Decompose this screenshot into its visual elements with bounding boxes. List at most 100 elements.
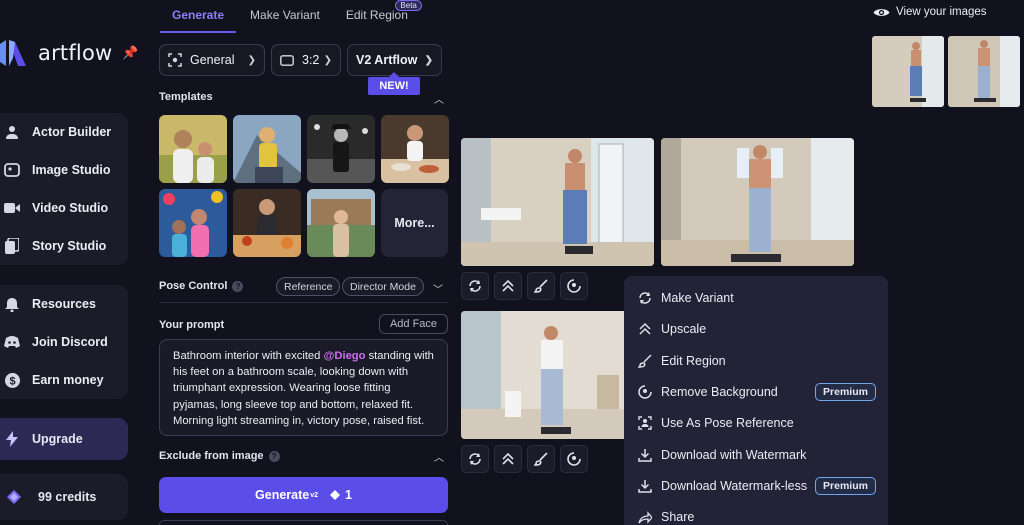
style-icon — [168, 53, 182, 67]
style-dropdown[interactable]: General ❯ — [159, 44, 265, 76]
help-icon[interactable]: ? — [232, 280, 244, 292]
upgrade-button[interactable]: Upgrade — [0, 418, 128, 460]
prompt-title: Your prompt — [159, 319, 225, 331]
upscale-button[interactable] — [494, 445, 522, 473]
ratio-dropdown[interactable]: 3:2 ❯ — [271, 44, 341, 76]
sidebar-item-resources[interactable]: Resources — [0, 285, 128, 323]
remove-bg-icon — [567, 279, 581, 293]
sidebar-item-image-studio[interactable]: Image Studio — [0, 151, 128, 189]
secondary-input-edge — [159, 520, 448, 525]
sidebar-item-join-discord[interactable]: Join Discord — [0, 323, 128, 361]
pose-control-title: Pose Control ? — [159, 280, 244, 292]
download-icon — [637, 447, 653, 463]
help-icon[interactable]: ? — [268, 450, 280, 462]
template-worker[interactable] — [233, 115, 301, 183]
image-icon — [4, 162, 20, 178]
history-thumbnail-2[interactable] — [948, 36, 1020, 107]
generated-image-1[interactable] — [461, 138, 654, 266]
collapse-exclude-icon[interactable]: ︿ — [434, 449, 444, 464]
remove-background-button[interactable] — [560, 445, 588, 473]
template-countryside[interactable] — [307, 189, 375, 257]
exclude-title: Exclude from image ? — [159, 450, 280, 462]
credit-gem-icon — [6, 490, 22, 504]
sidebar-item-video-studio[interactable]: Video Studio — [0, 189, 128, 227]
history-thumbnail-1[interactable] — [872, 36, 944, 107]
menu-item-download-watermark-less[interactable]: Download Watermark-less — [637, 476, 807, 496]
menu-item-share[interactable]: Share — [637, 507, 694, 525]
collapse-templates-icon[interactable]: ︿ — [434, 91, 444, 106]
pin-icon[interactable]: 📌 — [122, 45, 138, 61]
actor-mention[interactable]: @Diego — [323, 350, 365, 362]
dollar-icon: $ — [4, 372, 20, 388]
eye-icon — [873, 7, 890, 18]
template-family-field[interactable] — [159, 115, 227, 183]
artflow-logo-icon — [0, 40, 26, 66]
logo[interactable]: artflow 📌 — [0, 38, 139, 68]
lightning-icon — [4, 431, 20, 447]
tab-edit-region[interactable]: Edit Region Beta — [346, 0, 422, 30]
user-icon — [4, 124, 20, 140]
director-mode-toggle[interactable]: Director Mode — [342, 277, 424, 296]
template-chef[interactable] — [381, 115, 449, 183]
pose-reference-toggle[interactable]: Reference — [276, 277, 341, 296]
chevron-down-icon: ❯ — [247, 54, 256, 66]
edit-region-button[interactable] — [527, 272, 555, 300]
menu-item-make-variant[interactable]: Make Variant — [637, 288, 734, 308]
ratio-icon — [280, 54, 294, 66]
download-icon — [637, 478, 653, 494]
menu-item-upscale[interactable]: Upscale — [637, 319, 706, 339]
sidebar-misc-group: Resources Join Discord $ Earn money — [0, 285, 128, 399]
svg-text:$: $ — [9, 375, 15, 387]
generate-button[interactable]: Generate v2 1 — [159, 477, 448, 513]
upscale-icon — [637, 321, 653, 337]
tab-make-variant[interactable]: Make Variant — [250, 0, 320, 30]
sidebar-item-actor-builder[interactable]: Actor Builder — [0, 113, 128, 151]
template-noir[interactable] — [307, 115, 375, 183]
view-your-images-link[interactable]: View your images — [873, 6, 987, 18]
chevron-down-icon: ❯ — [323, 54, 332, 66]
more-templates-button[interactable]: More... — [381, 189, 448, 257]
add-face-button[interactable]: Add Face — [379, 314, 448, 334]
brush-icon — [534, 279, 548, 293]
make-variant-button[interactable] — [461, 272, 489, 300]
menu-item-remove-background[interactable]: Remove Background — [637, 382, 778, 402]
share-icon — [637, 509, 653, 525]
menu-item-use-as-pose-reference[interactable]: Use As Pose Reference — [637, 413, 794, 433]
sidebar-studio-group: Actor Builder Image Studio Video Studio … — [0, 113, 128, 265]
upscale-icon — [502, 452, 514, 465]
menu-item-download-with-watermark[interactable]: Download with Watermark — [637, 445, 806, 465]
templates-title: Templates — [159, 91, 213, 103]
template-party[interactable] — [159, 189, 227, 257]
mode-tabs: Generate Make Variant Edit Region Beta — [159, 0, 434, 33]
brand-name: artflow — [38, 41, 113, 65]
variant-icon — [469, 280, 481, 292]
premium-badge: Premium — [815, 383, 876, 401]
sidebar: artflow 📌 Actor Builder Image Studio Vid… — [0, 0, 140, 525]
new-badge: NEW! — [368, 72, 420, 95]
remove-bg-icon — [567, 452, 581, 466]
sidebar-item-earn-money[interactable]: $ Earn money — [0, 361, 128, 399]
prompt-input[interactable]: Bathroom interior with excited @Diego st… — [159, 339, 448, 436]
credit-gem-icon — [330, 490, 341, 500]
brush-icon — [534, 452, 548, 466]
brush-icon — [637, 353, 653, 369]
premium-badge: Premium — [815, 477, 876, 495]
video-icon — [4, 200, 20, 216]
variant-icon — [637, 290, 653, 306]
divider — [159, 302, 448, 303]
upscale-button[interactable] — [494, 272, 522, 300]
make-variant-button[interactable] — [461, 445, 489, 473]
menu-item-edit-region[interactable]: Edit Region — [637, 351, 726, 371]
expand-pose-icon[interactable]: ﹀ — [433, 281, 443, 296]
upscale-icon — [502, 279, 514, 292]
remove-background-button[interactable] — [560, 272, 588, 300]
generated-image-2[interactable] — [661, 138, 854, 266]
edit-region-button[interactable] — [527, 445, 555, 473]
template-dinner[interactable] — [233, 189, 301, 257]
sidebar-item-story-studio[interactable]: Story Studio — [0, 227, 128, 265]
chevron-down-icon: ❯ — [424, 54, 433, 66]
tab-generate[interactable]: Generate — [159, 0, 237, 33]
bell-icon — [4, 296, 20, 312]
story-icon — [4, 238, 20, 254]
credits-display[interactable]: 99 credits — [0, 474, 128, 520]
